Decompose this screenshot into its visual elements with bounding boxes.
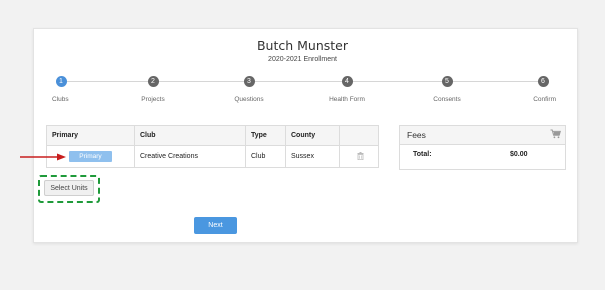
- fees-title: Fees: [407, 130, 426, 140]
- step-6-circle[interactable]: 6: [537, 76, 549, 87]
- actions-cell: [339, 145, 379, 168]
- step-label-clubs[interactable]: Clubs: [52, 96, 122, 103]
- column-header-type: Type: [245, 125, 286, 146]
- step-3-circle[interactable]: 3: [243, 76, 255, 87]
- step-label-health-form[interactable]: Health Form: [312, 96, 382, 103]
- table-header-row: Primary Club Type County: [46, 125, 379, 146]
- cart-icon[interactable]: [550, 129, 561, 139]
- type-cell: Club: [245, 145, 286, 168]
- step-connector: [158, 81, 245, 82]
- step-connector: [67, 81, 149, 82]
- column-header-club: Club: [134, 125, 246, 146]
- table-row: Primary Creative Creations Club Sussex: [46, 145, 379, 168]
- step-label-projects[interactable]: Projects: [118, 96, 188, 103]
- column-header-primary: Primary: [46, 125, 135, 146]
- step-label-questions[interactable]: Questions: [214, 96, 284, 103]
- step-4-circle[interactable]: 4: [341, 76, 353, 87]
- member-name: Butch Munster: [256, 38, 349, 53]
- fees-header: Fees: [400, 126, 565, 145]
- fees-panel: Fees Total: $0.00: [399, 125, 566, 170]
- trash-icon[interactable]: [357, 151, 364, 162]
- club-cell: Creative Creations: [134, 145, 246, 168]
- step-connector: [452, 81, 538, 82]
- column-header-actions: [339, 125, 379, 146]
- column-header-county: County: [285, 125, 340, 146]
- arrow-annotation-icon: [20, 153, 66, 161]
- step-5-circle[interactable]: 5: [441, 76, 453, 87]
- step-connector: [352, 81, 443, 82]
- step-label-confirm[interactable]: Confirm: [486, 96, 556, 103]
- clubs-table: Primary Club Type County Primary Creativ…: [46, 125, 379, 168]
- county-cell: Sussex: [285, 145, 340, 168]
- fees-total-label: Total:: [413, 151, 432, 158]
- step-2-circle[interactable]: 2: [147, 76, 159, 87]
- step-1-circle[interactable]: 1: [55, 76, 67, 87]
- step-label-consents[interactable]: Consents: [412, 96, 482, 103]
- select-units-button[interactable]: Select Units: [44, 180, 94, 196]
- next-button[interactable]: Next: [194, 217, 237, 234]
- primary-button[interactable]: Primary: [69, 151, 112, 162]
- fees-total-value: $0.00: [510, 151, 528, 158]
- step-connector: [254, 81, 343, 82]
- trash-icon-graphic: [357, 151, 364, 160]
- enrollment-subtitle: 2020-2021 Enrollment: [268, 56, 337, 63]
